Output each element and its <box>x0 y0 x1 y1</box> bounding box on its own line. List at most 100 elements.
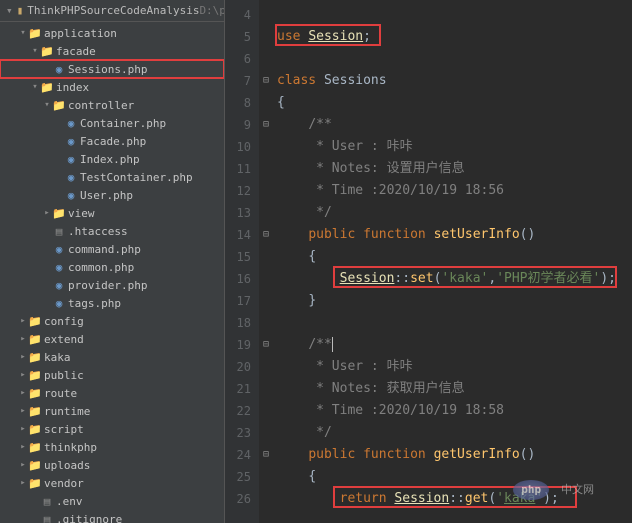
tree-item-kaka[interactable]: ▸📁kaka <box>0 348 224 366</box>
string: ''kaka'kaka' <box>441 271 488 286</box>
tree-item--env[interactable]: ▤.env <box>0 492 224 510</box>
folder-icon: 📁 <box>28 369 42 382</box>
comment: * User : 咔咔 <box>308 139 412 154</box>
tree-item-label: index <box>56 81 89 94</box>
tree-item-common-php[interactable]: ◉common.php <box>0 258 224 276</box>
class-ref: Session <box>394 491 449 506</box>
tree-item-label: public <box>44 369 84 382</box>
tree-item-label: Sessions.php <box>68 63 147 76</box>
line-number: 13 <box>225 202 251 224</box>
paren: ( <box>488 491 496 506</box>
tree-item-thinkphp[interactable]: ▸📁thinkphp <box>0 438 224 456</box>
tree-item-view[interactable]: ▸📁view <box>0 204 224 222</box>
fold-icon[interactable]: ⊟ <box>263 339 269 350</box>
line-number: 7 <box>225 70 251 92</box>
tree-arrow-icon: ▸ <box>18 442 28 452</box>
tree-arrow-icon: ▾ <box>42 100 52 110</box>
method-call: get <box>465 491 488 506</box>
tree-arrow-icon: ▸ <box>18 406 28 416</box>
tree-item-config[interactable]: ▸📁config <box>0 312 224 330</box>
php-icon: ◉ <box>64 153 78 166</box>
tree-item-application[interactable]: ▾📁application <box>0 24 224 42</box>
folder-icon: 📁 <box>28 477 42 490</box>
tree-item-label: common.php <box>68 261 134 274</box>
tree-item-uploads[interactable]: ▸📁uploads <box>0 456 224 474</box>
tree-item-user-php[interactable]: ◉User.php <box>0 186 224 204</box>
tree-arrow-icon: ▸ <box>18 370 28 380</box>
tree-arrow-icon <box>42 262 52 272</box>
parens: () <box>520 227 536 242</box>
folder-icon: 📁 <box>52 99 66 112</box>
line-number: 14 <box>225 224 251 246</box>
folder-icon: 📁 <box>40 81 54 94</box>
tree-item-tags-php[interactable]: ◉tags.php <box>0 294 224 312</box>
line-number: 9 <box>225 114 251 136</box>
tree-arrow-icon <box>42 226 52 236</box>
brace: { <box>308 469 316 484</box>
tree-item-provider-php[interactable]: ◉provider.php <box>0 276 224 294</box>
code-line: */ <box>277 422 632 444</box>
function-name: setUserInfo <box>434 227 520 242</box>
class-name: Sessions <box>324 73 387 88</box>
tree-arrow-icon <box>42 298 52 308</box>
operator: :: <box>394 271 410 286</box>
tree-arrow-icon: ▾ <box>30 46 40 56</box>
tree-item--htaccess[interactable]: ▤.htaccess <box>0 222 224 240</box>
tree-item-label: controller <box>68 99 134 112</box>
tree-item-label: route <box>44 387 77 400</box>
code-line: } <box>277 290 632 312</box>
comment: */ <box>308 205 331 220</box>
tree-item-command-php[interactable]: ◉command.php <box>0 240 224 258</box>
tree-arrow-icon <box>42 244 52 254</box>
tree-item-index-php[interactable]: ◉Index.php <box>0 150 224 168</box>
keyword-return: return <box>340 491 395 506</box>
tree-item--gitignore[interactable]: ▤.gitignore <box>0 510 224 523</box>
tree-arrow-icon <box>54 172 64 182</box>
folder-icon: 📁 <box>28 387 42 400</box>
tree-item-facade[interactable]: ▾📁facade <box>0 42 224 60</box>
class-ref: Session <box>340 271 395 286</box>
project-name: ThinkPHPSourceCodeAnalysis <box>27 4 199 17</box>
tree-item-label: provider.php <box>68 279 147 292</box>
tree-arrow-icon <box>42 280 52 290</box>
tree-item-label: TestContainer.php <box>80 171 193 184</box>
fold-icon[interactable]: ⊟ <box>263 229 269 240</box>
tree-item-facade-php[interactable]: ◉Facade.php <box>0 132 224 150</box>
line-number: 18 <box>225 312 251 334</box>
comment: * Notes: 获取用户信息 <box>308 381 464 396</box>
tree-item-container-php[interactable]: ◉Container.php <box>0 114 224 132</box>
tree-item-script[interactable]: ▸📁script <box>0 420 224 438</box>
tree-item-public[interactable]: ▸📁public <box>0 366 224 384</box>
comment: /** <box>308 337 331 352</box>
semicolon: ; <box>608 271 616 286</box>
php-icon: ◉ <box>64 189 78 202</box>
line-number: 8 <box>225 92 251 114</box>
string: 'PHP初学者必看' <box>496 271 600 286</box>
tree-item-route[interactable]: ▸📁route <box>0 384 224 402</box>
code-area[interactable]: use Session; class Sessions { /** * User… <box>273 0 632 523</box>
tree-item-vendor[interactable]: ▸📁vendor <box>0 474 224 492</box>
code-editor[interactable]: 4567891011121314151617181920212223242526… <box>225 0 632 523</box>
file-icon: ▤ <box>40 513 54 523</box>
line-number: 12 <box>225 180 251 202</box>
tree-item-sessions-php[interactable]: ◉Sessions.php <box>0 60 224 78</box>
fold-icon[interactable]: ⊟ <box>263 449 269 460</box>
tree-item-controller[interactable]: ▾📁controller <box>0 96 224 114</box>
tree-item-testcontainer-php[interactable]: ◉TestContainer.php <box>0 168 224 186</box>
line-number: 10 <box>225 136 251 158</box>
project-header[interactable]: ▾ ▮ ThinkPHPSourceCodeAnalysis D:\phpstu… <box>0 0 224 22</box>
line-number: 21 <box>225 378 251 400</box>
fold-icon[interactable]: ⊟ <box>263 75 269 86</box>
tree-item-runtime[interactable]: ▸📁runtime <box>0 402 224 420</box>
comment: /** <box>308 117 331 132</box>
tree-item-index[interactable]: ▾📁index <box>0 78 224 96</box>
file-tree: ▾📁application▾📁facade ◉Sessions.php▾📁ind… <box>0 22 224 523</box>
fold-icon[interactable]: ⊟ <box>263 119 269 130</box>
tree-item-extend[interactable]: ▸📁extend <box>0 330 224 348</box>
fold-column: ⊟ ⊟ ⊟ ⊟ ⊟ <box>259 0 273 523</box>
php-icon: ◉ <box>52 297 66 310</box>
code-line: * Time :2020/10/19 18:56 <box>277 180 632 202</box>
brace: { <box>277 95 285 110</box>
code-line: * User : 咔咔 <box>277 136 632 158</box>
line-number: 24 <box>225 444 251 466</box>
